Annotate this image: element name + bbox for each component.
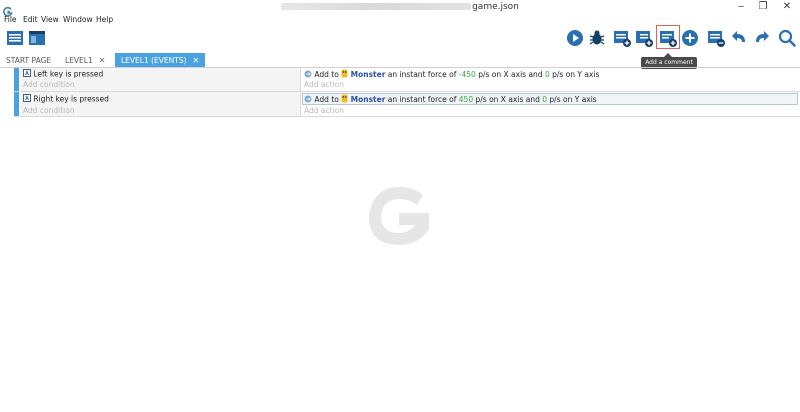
restore-button[interactable]: ❐ <box>752 0 774 14</box>
add-subevent-icon <box>636 31 653 47</box>
tab-close-icon[interactable]: ✕ <box>99 56 106 65</box>
tab-close-icon[interactable]: ✕ <box>193 56 200 65</box>
gdevelop-watermark-icon <box>363 183 439 249</box>
window-title: game.json <box>0 0 800 14</box>
menu-view[interactable]: View <box>41 14 59 26</box>
action-prefix: Add to <box>314 95 339 104</box>
start-page-button[interactable] <box>27 28 47 48</box>
add-subevent-button[interactable] <box>634 28 654 48</box>
add-action-link[interactable]: Add action <box>304 80 344 90</box>
condition-text: Left key is pressed <box>33 69 104 79</box>
action-y-value: 0 <box>542 95 548 104</box>
tab-label: START PAGE <box>6 56 52 65</box>
bug-icon <box>589 30 605 45</box>
minimize-button[interactable]: ‒ <box>730 0 752 14</box>
title-path-blurred <box>281 3 472 10</box>
monster-object-icon <box>341 94 348 106</box>
redo-button[interactable] <box>752 28 772 48</box>
debug-button[interactable] <box>587 28 607 48</box>
action-text: an instant force of <box>387 70 457 79</box>
action-x-value: -450 <box>458 70 476 79</box>
action[interactable]: Add to Monster an instant force of -450 … <box>304 69 599 79</box>
add-condition-link[interactable]: Add condition <box>23 80 75 90</box>
window-title-filename: game.json <box>472 2 519 12</box>
action-area[interactable]: Add to Monster an instant force of -450 … <box>301 68 800 91</box>
add-event-button[interactable] <box>612 28 632 48</box>
add-comment-button-highlight <box>656 25 680 49</box>
title-bar: game.json ‒ ❐ ✕ <box>0 0 800 17</box>
event-selection-bar <box>14 68 19 91</box>
window-icon <box>29 31 45 45</box>
event-divider <box>14 116 800 117</box>
action-text: an instant force of <box>387 95 457 104</box>
condition[interactable]: Right key is pressed <box>23 94 109 104</box>
undo-button[interactable] <box>729 28 749 48</box>
tab-start-page[interactable]: START PAGE <box>0 53 57 68</box>
condition[interactable]: Left key is pressed <box>23 69 103 79</box>
keyboard-key-icon <box>23 94 31 105</box>
menu-edit[interactable]: Edit <box>23 14 38 26</box>
force-action-icon <box>304 95 312 106</box>
app-logo-icon <box>3 2 13 17</box>
action-text: p/s on X axis and <box>475 95 540 104</box>
plus-circle-icon <box>682 30 698 46</box>
action-x-value: 450 <box>458 95 474 104</box>
tab-level1-events[interactable]: LEVEL1 (EVENTS) ✕ <box>115 53 206 68</box>
action-object: Monster <box>350 70 386 79</box>
search-icon <box>778 29 796 47</box>
menu-window[interactable]: Window <box>63 14 93 26</box>
add-event-icon <box>614 31 631 47</box>
tab-label: LEVEL1 (EVENTS) <box>121 56 187 65</box>
menu-file[interactable]: File <box>4 14 17 26</box>
action-text: p/s on X axis and <box>478 70 543 79</box>
tab-level1[interactable]: LEVEL1 ✕ <box>59 53 111 68</box>
close-window-button[interactable]: ✕ <box>776 0 798 14</box>
add-action-link[interactable]: Add action <box>304 106 344 116</box>
event-row[interactable]: Right key is pressed Add condition Add t… <box>14 92 800 116</box>
tab-bar: START PAGE LEVEL1 ✕ LEVEL1 (EVENTS) ✕ <box>0 52 800 68</box>
keyboard-key-icon <box>23 69 31 80</box>
condition-area[interactable]: Left key is pressed Add condition <box>20 68 301 91</box>
redo-icon <box>756 31 769 42</box>
delete-button[interactable] <box>706 28 726 48</box>
undo-icon <box>732 31 745 42</box>
action-text: p/s on Y axis <box>549 95 597 104</box>
action-text: p/s on Y axis <box>552 70 600 79</box>
search-button[interactable] <box>777 28 797 48</box>
project-manager-icon <box>7 31 23 45</box>
menu-help[interactable]: Help <box>96 14 113 26</box>
preview-button[interactable] <box>565 28 585 48</box>
action-object: Monster <box>350 95 386 104</box>
action-prefix: Add to <box>314 70 339 79</box>
force-action-icon <box>304 70 312 81</box>
event-selection-bar <box>14 92 19 116</box>
delete-event-icon <box>708 31 725 47</box>
add-more-button[interactable] <box>680 28 700 48</box>
toolbar <box>0 26 800 52</box>
tab-label: LEVEL1 <box>65 56 93 65</box>
menu-bar: File Edit View Window Help <box>0 14 800 26</box>
play-icon <box>567 30 583 46</box>
add-condition-link[interactable]: Add condition <box>23 106 75 116</box>
condition-text: Right key is pressed <box>33 94 109 104</box>
condition-area[interactable]: Right key is pressed Add condition <box>20 92 301 116</box>
action-area[interactable]: Add to Monster an instant force of 450 p… <box>301 92 800 116</box>
event-row[interactable]: Left key is pressed Add condition Add to… <box>14 68 800 91</box>
project-manager-button[interactable] <box>5 28 25 48</box>
action[interactable]: Add to Monster an instant force of 450 p… <box>304 94 597 104</box>
action-y-value: 0 <box>544 70 550 79</box>
